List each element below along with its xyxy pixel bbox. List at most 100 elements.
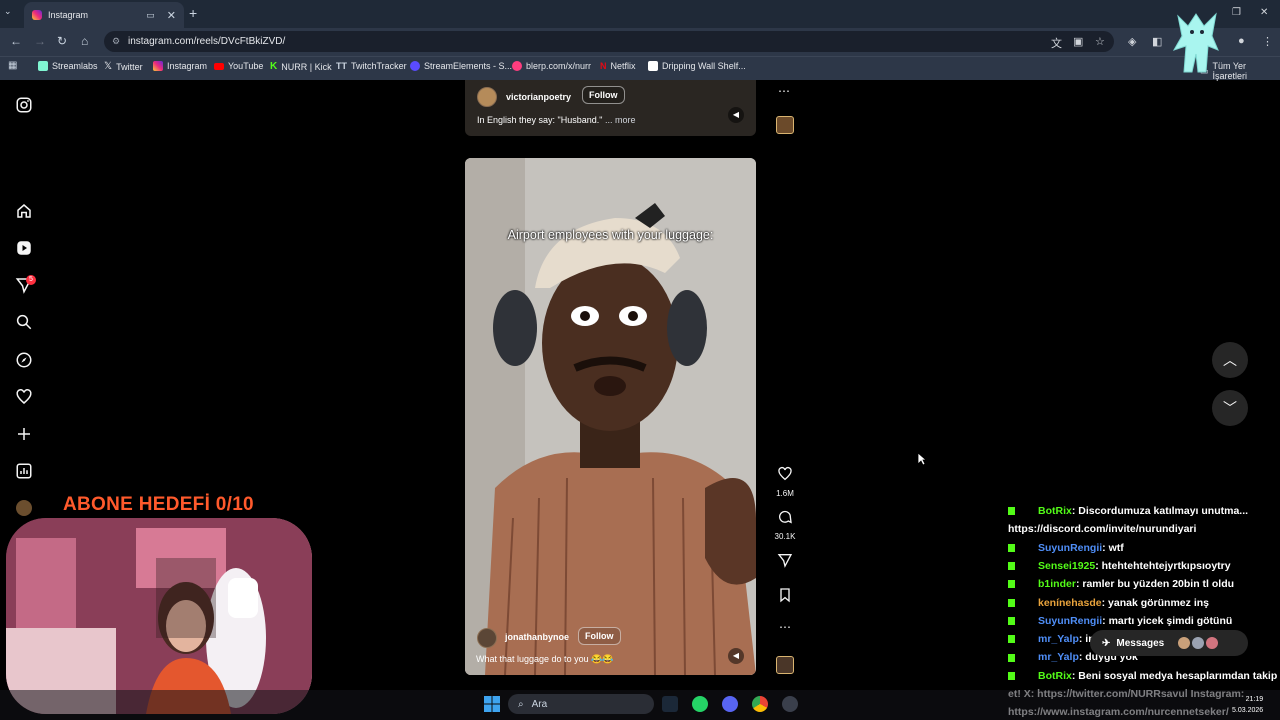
messages-button[interactable]: ✈ Messages xyxy=(1090,630,1248,656)
bookmark-kick[interactable]: K NURR | Kick xyxy=(270,61,332,72)
explore-icon[interactable] xyxy=(15,351,33,369)
media-control-icon[interactable]: ▭ xyxy=(146,10,155,21)
chat-badges xyxy=(1008,578,1038,590)
mute-icon[interactable]: ◀ xyxy=(728,107,744,123)
site-info-icon[interactable]: ⚙ xyxy=(112,36,120,47)
profile-icon[interactable] xyxy=(16,500,32,516)
search-placeholder: Ara xyxy=(531,698,548,710)
extension-icon[interactable]: ◈ xyxy=(1128,35,1136,48)
cast-icon[interactable]: ▣ xyxy=(1073,35,1083,48)
previous-reel-button[interactable]: ︿ xyxy=(1212,342,1248,378)
url-text: instagram.com/reels/DVcFtBkiZVD/ xyxy=(128,36,286,47)
chrome-icon[interactable] xyxy=(752,696,768,712)
create-icon[interactable] xyxy=(15,425,33,443)
bookmark-label: YouTube xyxy=(228,61,264,71)
like-button[interactable]: 1.6M xyxy=(765,466,805,498)
chat-username[interactable]: kenínehasde xyxy=(1038,597,1102,609)
taskbar-search[interactable]: ⌕ Ara xyxy=(508,694,654,714)
bookmark-streamlabs[interactable]: Streamlabs xyxy=(38,61,98,71)
kick-badge-icon xyxy=(1008,543,1015,552)
reload-icon[interactable]: ↻ xyxy=(57,34,67,48)
more-link[interactable]: ... more xyxy=(605,115,636,125)
bookmark-twitter[interactable]: 𝕏 Twitter xyxy=(104,61,143,72)
audio-thumbnail[interactable] xyxy=(776,116,794,134)
bookmark-streamelements[interactable]: StreamElements - S... xyxy=(410,61,512,71)
close-window-icon[interactable]: ✕ xyxy=(1260,7,1268,18)
avatar[interactable] xyxy=(477,87,497,107)
close-tab-icon[interactable]: ✕ xyxy=(167,9,176,22)
bookmark-label: Dripping Wall Shelf... xyxy=(662,61,746,71)
tab-list-chevron-icon[interactable]: ⌄ xyxy=(4,6,12,17)
dashboard-icon[interactable] xyxy=(15,462,33,480)
back-icon[interactable]: ← xyxy=(10,34,22,48)
bookmark-blerp[interactable]: blerp.com/x/nurr xyxy=(512,61,591,71)
next-reel-button[interactable]: ﹀ xyxy=(1212,390,1248,426)
bookmark-twitchtracker[interactable]: TT TwitchTracker xyxy=(336,61,407,71)
whatsapp-icon[interactable] xyxy=(692,696,708,712)
share-button[interactable] xyxy=(765,552,805,573)
windows-start-icon[interactable] xyxy=(484,696,500,712)
follow-button[interactable]: Follow xyxy=(578,627,621,645)
new-tab-icon[interactable]: + xyxy=(189,5,197,21)
profile-avatar-icon[interactable]: ● xyxy=(1238,35,1245,47)
steam-icon[interactable] xyxy=(662,696,678,712)
chat-username[interactable]: SuyunRengii xyxy=(1038,542,1102,554)
save-button[interactable] xyxy=(765,587,805,608)
chat-username[interactable]: mr_Yalp xyxy=(1038,651,1079,663)
mute-icon[interactable]: ◀ xyxy=(728,648,744,664)
instagram-logo-icon[interactable] xyxy=(15,96,33,114)
reel-previous[interactable]: victorianpoetry Follow In English they s… xyxy=(465,80,756,136)
chat-badges xyxy=(1008,542,1038,554)
bookmark-netflix[interactable]: N Netflix xyxy=(600,61,636,71)
chat-badges xyxy=(1008,597,1038,609)
translate-icon[interactable]: 文 xyxy=(1051,35,1062,51)
heart-icon[interactable] xyxy=(15,388,33,406)
reel-username[interactable]: jonathanbynoe xyxy=(505,632,569,642)
youtube-icon xyxy=(214,62,224,70)
reels-icon[interactable] xyxy=(15,239,33,257)
chat-username[interactable]: BotRix xyxy=(1038,505,1072,517)
bookmark-instagram[interactable]: Instagram xyxy=(153,61,207,71)
chat-message: SuyunRengii: martı yicek şimdi götünü xyxy=(1008,615,1232,627)
instagram-icon xyxy=(153,61,163,71)
address-bar[interactable]: instagram.com/reels/DVcFtBkiZVD/ xyxy=(104,31,1114,52)
chat-username[interactable]: BotRix xyxy=(1038,670,1072,682)
chat-username[interactable]: SuyunRengii xyxy=(1038,615,1102,627)
comment-button[interactable]: 30.1K xyxy=(765,509,805,541)
follow-button[interactable]: Follow xyxy=(582,86,625,104)
tab-instagram[interactable]: Instagram ▭ ✕ xyxy=(24,2,184,28)
reel-username[interactable]: victorianpoetry xyxy=(506,92,571,102)
audio-thumbnail[interactable] xyxy=(776,656,794,674)
maximize-icon[interactable]: ❐ xyxy=(1232,7,1241,18)
home-button-icon[interactable]: ⌂ xyxy=(81,34,88,48)
more-options-icon[interactable]: ⋯ xyxy=(765,620,805,634)
netflix-icon: N xyxy=(600,61,607,71)
extension-icon[interactable]: ◧ xyxy=(1152,35,1162,48)
system-clock[interactable]: 21:19 5.03.2026 xyxy=(1232,694,1263,716)
search-icon[interactable] xyxy=(15,313,33,331)
chat-username[interactable]: b1inder xyxy=(1038,578,1076,590)
bookmark-label: Streamlabs xyxy=(52,61,98,71)
chat-message: https://discord.com/invite/nurundiyari xyxy=(1008,523,1196,535)
apps-grid-icon[interactable]: ▦ xyxy=(8,60,17,71)
chat-username[interactable]: mr_Yalp xyxy=(1038,633,1079,645)
video-overlay-text: Airport employees with your luggage: xyxy=(507,228,714,242)
webcam-image xyxy=(6,518,312,714)
reel-video[interactable]: Airport employees with your luggage: jon… xyxy=(465,158,756,675)
home-icon[interactable] xyxy=(15,202,33,220)
chat-text: : Beni sosyal medya hesaplarımdan takip xyxy=(1071,669,1278,682)
bookmark-star-icon[interactable]: ☆ xyxy=(1095,35,1105,48)
forward-icon[interactable]: → xyxy=(34,34,46,48)
more-options-icon[interactable]: ⋯ xyxy=(778,84,790,98)
streamlabs-icon xyxy=(38,61,48,71)
discord-icon[interactable] xyxy=(722,696,738,712)
bookmark-youtube[interactable]: YouTube xyxy=(214,61,263,71)
x-icon: 𝕏 xyxy=(104,61,113,72)
app-icon[interactable] xyxy=(782,696,798,712)
kick-badge-icon xyxy=(1008,671,1015,680)
chat-username[interactable]: Sensei1925 xyxy=(1038,560,1095,572)
bookmark-dripping-wall-shelf[interactable]: Dripping Wall Shelf... xyxy=(648,61,746,71)
avatar[interactable] xyxy=(477,628,497,648)
chat-text: https://discord.com/invite/nurundiyari xyxy=(1008,523,1197,536)
menu-kebab-icon[interactable]: ⋮ xyxy=(1262,35,1273,48)
